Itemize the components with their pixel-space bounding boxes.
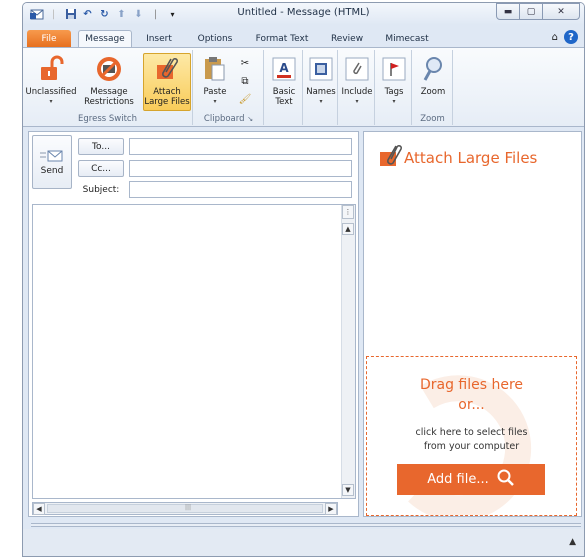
tab-message[interactable]: Message <box>78 30 132 47</box>
scroll-left-icon[interactable]: ◀ <box>33 503 45 515</box>
tab-mimecast[interactable]: Mimecast <box>379 30 435 47</box>
compose-pane: Send To... Cc... Subject: ⋮ ▲ ▼ ◀ ▶ ||| <box>28 131 359 517</box>
message-restrictions-button[interactable]: Message Restrictions <box>79 54 139 107</box>
search-icon <box>497 469 515 491</box>
panel-paperclip-icon <box>378 144 404 173</box>
close-button[interactable]: ✕ <box>542 3 580 20</box>
minimize-button[interactable]: ▬ <box>496 3 520 20</box>
tab-review[interactable]: Review <box>323 30 371 47</box>
ribbon-tabs: File Message Insert Options Format Text … <box>23 25 584 47</box>
tags-button[interactable]: Tags ▾ <box>378 54 410 107</box>
tab-insert[interactable]: Insert <box>137 30 181 47</box>
subject-field[interactable] <box>129 181 352 198</box>
horizontal-scrollbar[interactable]: ◀ ▶ ||| <box>32 502 338 515</box>
tab-file[interactable]: File <box>27 30 71 47</box>
unclassified-button[interactable]: Unclassified ▾ <box>25 54 77 107</box>
font-color-icon: A <box>269 54 299 84</box>
scroll-up-icon[interactable]: ▲ <box>342 223 354 235</box>
cc-field[interactable] <box>129 160 352 177</box>
paste-button[interactable]: Paste ▾ <box>198 54 232 107</box>
clipboard-group: Paste ▾ ✂ ⧉ 🖌 Clipboard ↘ <box>194 50 264 125</box>
send-button[interactable]: Send <box>32 135 72 189</box>
up-arrow-icon[interactable]: ⬆ <box>114 7 129 21</box>
expand-people-pane-icon[interactable]: ▲ <box>569 537 576 547</box>
vertical-scrollbar[interactable]: ⋮ ▲ ▼ <box>341 205 355 498</box>
attach-large-files-panel: Attach Large Files Drag files here or...… <box>363 131 582 517</box>
names-button[interactable]: Names ▾ <box>305 54 337 107</box>
zoom-group: Zoom Zoom <box>413 50 453 125</box>
title-bar: | ↶ ↻ ⬆ ⬇ | ▾ Untitled - Message (HTML) … <box>23 3 584 25</box>
subject-label: Subject: <box>82 184 120 195</box>
basic-text-group: A Basic Text <box>265 50 303 125</box>
minimize-ribbon-icon[interactable]: ⌂ <box>552 32 558 43</box>
egress-switch-group: Unclassified ▾ Message Restrictions Atta… <box>23 50 193 125</box>
undo-icon[interactable]: ↶ <box>80 7 95 21</box>
quick-access-toolbar: | ↶ ↻ ⬆ ⬇ | ▾ <box>29 7 180 21</box>
copy-icon[interactable]: ⧉ <box>238 74 252 88</box>
window-controls: ▬ ▢ ✕ <box>496 3 580 20</box>
padlock-icon <box>36 54 66 84</box>
drag-text: Drag files here <box>419 377 524 393</box>
down-arrow-icon[interactable]: ⬇ <box>131 7 146 21</box>
outlook-message-window: | ↶ ↻ ⬆ ⬇ | ▾ Untitled - Message (HTML) … <box>22 2 585 557</box>
restriction-icon <box>94 54 124 84</box>
address-book-icon <box>306 54 336 84</box>
names-group: Names ▾ <box>304 50 338 125</box>
message-body[interactable]: ⋮ ▲ ▼ <box>32 204 356 499</box>
to-button[interactable]: To... <box>78 138 124 155</box>
cc-button[interactable]: Cc... <box>78 160 124 177</box>
cut-icon[interactable]: ✂ <box>238 56 252 70</box>
zoom-button[interactable]: Zoom <box>417 54 449 97</box>
scroll-thumb[interactable]: ||| <box>47 504 323 513</box>
format-painter-icon[interactable]: 🖌 <box>238 92 252 106</box>
paperclip-icon <box>152 54 182 84</box>
help-icon[interactable]: ? <box>564 30 578 44</box>
scroll-right-icon[interactable]: ▶ <box>325 503 337 515</box>
outlook-icon[interactable] <box>29 7 44 21</box>
svg-text:A: A <box>279 61 289 75</box>
send-envelope-icon <box>40 149 64 166</box>
add-file-button[interactable]: Add file... <box>397 464 545 495</box>
redo-icon[interactable]: ↻ <box>97 7 112 21</box>
tab-options[interactable]: Options <box>191 30 239 47</box>
select-files-text[interactable]: click here to select files <box>367 427 576 438</box>
from-computer-text[interactable]: from your computer <box>367 441 576 452</box>
magnifier-icon <box>418 54 448 84</box>
attach-large-files-button[interactable]: Attach Large Files <box>143 53 191 111</box>
ruler-toggle-icon[interactable]: ⋮ <box>342 205 354 219</box>
drop-zone[interactable]: Drag files here or... click here to sele… <box>366 356 577 516</box>
panel-title: Attach Large Files <box>404 149 538 167</box>
maximize-button[interactable]: ▢ <box>519 3 543 20</box>
dialog-launcher-icon[interactable]: ↘ <box>247 115 253 123</box>
tab-format-text[interactable]: Format Text <box>249 30 315 47</box>
status-bar: ▲ <box>23 529 584 556</box>
include-button[interactable]: Include ▾ <box>340 54 374 107</box>
paste-icon <box>200 54 230 84</box>
people-pane-splitter[interactable] <box>31 523 581 527</box>
ribbon: Unclassified ▾ Message Restrictions Atta… <box>23 47 584 127</box>
to-field[interactable] <box>129 138 352 155</box>
flag-icon <box>379 54 409 84</box>
include-group: Include ▾ <box>339 50 375 125</box>
customize-icon[interactable]: ▾ <box>165 7 180 21</box>
scroll-down-icon[interactable]: ▼ <box>342 484 354 496</box>
save-icon[interactable] <box>63 7 78 21</box>
or-text: or... <box>458 397 485 413</box>
tags-group: Tags ▾ <box>376 50 412 125</box>
basic-text-button[interactable]: A Basic Text <box>268 54 300 107</box>
attach-icon <box>342 54 372 84</box>
